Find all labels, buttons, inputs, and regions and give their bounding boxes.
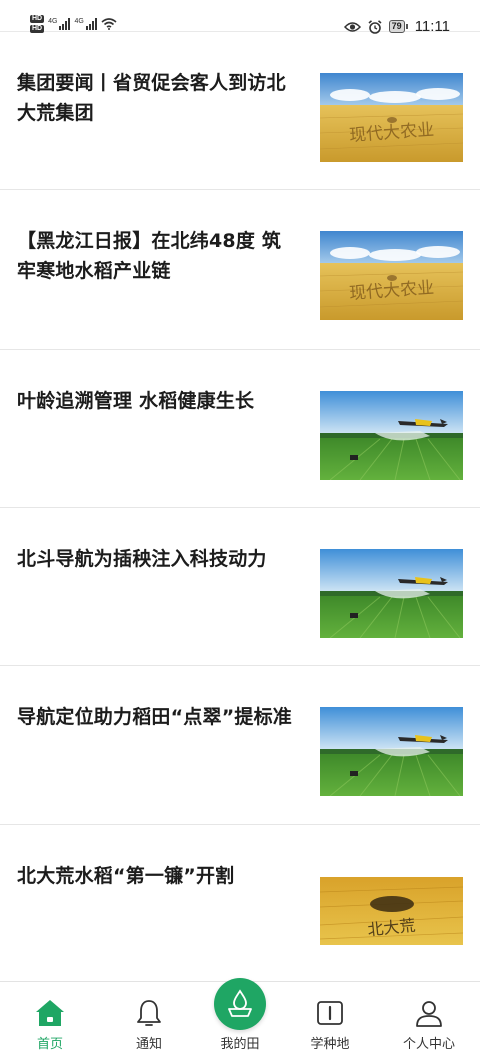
news-item[interactable]: 【黑龙江日报】在北纬48度 筑牢寒地水稻产业链 现代大农业 (0, 190, 480, 350)
tab-notice[interactable]: 通知 (101, 982, 197, 1061)
news-thumbnail-wheat-field: 现代大农业 (320, 231, 463, 320)
news-feed[interactable]: 集团要闻丨省贸促会客人到访北大荒集团 现代大农业 【黑龙江日报】在北纬48度 筑… (0, 32, 480, 983)
signal-icon-2: 4G (74, 18, 97, 30)
news-title: 北斗导航为插秧注入科技动力 (17, 548, 267, 570)
wifi-icon (101, 18, 117, 30)
news-title: 【黑龙江日报】在北纬48度 筑牢寒地水稻产业链 (17, 230, 282, 282)
tab-label: 学种地 (310, 1037, 350, 1052)
news-title: 北大荒水稻“第一镰”开割 (17, 865, 235, 887)
news-title: 导航定位助力稻田“点翠”提标准 (17, 706, 292, 728)
tab-learn-farming[interactable]: 学种地 (282, 982, 378, 1061)
news-item[interactable]: 北斗导航为插秧注入科技动力 (0, 508, 480, 666)
tab-home[interactable]: 首页 (2, 982, 98, 1061)
news-item[interactable]: 导航定位助力稻田“点翠”提标准 (0, 666, 480, 825)
news-thumbnail-rice-field: 北大荒 (320, 877, 463, 945)
home-icon (36, 1000, 64, 1026)
eye-icon (343, 21, 361, 32)
user-icon (416, 1001, 442, 1027)
my-field-button[interactable] (214, 978, 266, 1030)
news-title: 叶龄追溯管理 水稻健康生长 (17, 390, 255, 412)
news-thumbnail-crop-duster (320, 707, 463, 796)
news-item[interactable]: 北大荒水稻“第一镰”开割 北大荒 (0, 825, 480, 983)
news-item[interactable]: 集团要闻丨省贸促会客人到访北大荒集团 现代大农业 (0, 32, 480, 190)
news-thumbnail-crop-duster (320, 549, 463, 638)
tab-label: 首页 (36, 1037, 63, 1052)
hd-badge-1: HD (30, 15, 45, 23)
tab-label: 我的田 (220, 1037, 260, 1052)
field-drop-icon (228, 989, 252, 1017)
status-bar: HD HD 4G 4G 79 11:11 (0, 0, 480, 35)
bottom-tab-bar: 首页 通知 我的田 学种地 个人中心 (0, 978, 480, 1061)
news-title: 集团要闻丨省贸促会客人到访北大荒集团 (17, 72, 286, 124)
news-item[interactable]: 叶龄追溯管理 水稻健康生长 (0, 350, 480, 508)
news-thumbnail-wheat-field: 现代大农业 (320, 73, 463, 162)
tab-my-field[interactable]: 我的田 (192, 978, 288, 1061)
news-thumbnail-crop-duster (320, 391, 463, 480)
tab-profile[interactable]: 个人中心 (381, 982, 477, 1061)
tab-label: 通知 (135, 1037, 162, 1052)
book-icon (317, 1001, 343, 1025)
signal-icon-1: 4G (48, 18, 71, 30)
tab-label: 个人中心 (402, 1037, 455, 1052)
signal-group: HD HD 4G 4G (30, 15, 117, 33)
bell-icon (137, 1000, 161, 1026)
